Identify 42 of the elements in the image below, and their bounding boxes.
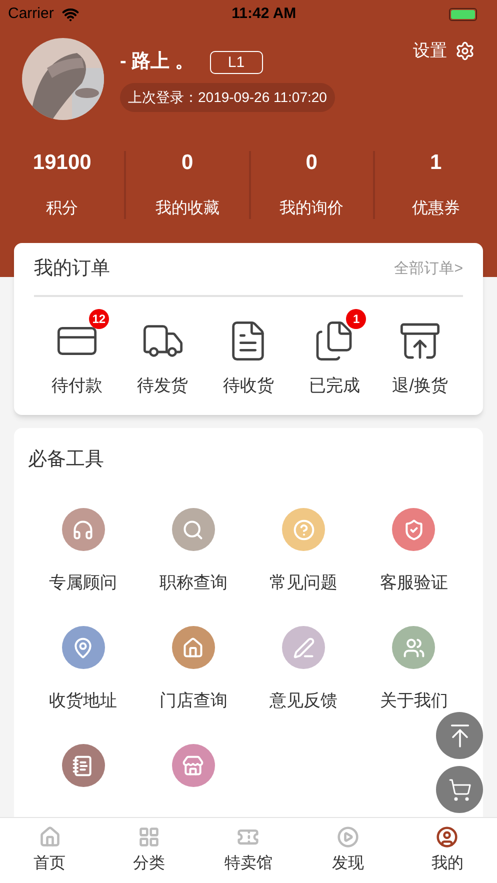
- order-status-button[interactable]: 待发货: [137, 319, 188, 398]
- stat-value: 19100: [32, 151, 92, 175]
- level-badge: L1: [210, 50, 263, 74]
- play-icon: [336, 826, 359, 848]
- last-login-text: 上次登录：2019-09-26 11:07:20: [120, 82, 335, 112]
- tab-item[interactable]: 分类: [99, 818, 199, 883]
- tab-item[interactable]: 特卖馆: [198, 818, 298, 883]
- grid-icon: [138, 826, 160, 848]
- user-name: - 路上 。: [120, 50, 194, 74]
- stat-value: 0: [182, 151, 194, 175]
- settings-button[interactable]: 设置: [413, 38, 475, 64]
- order-status-button[interactable]: 待收货: [222, 319, 274, 398]
- cart-icon: [448, 778, 472, 802]
- stat-label: 优惠券: [412, 199, 460, 219]
- stat-label: 我的询价: [280, 199, 344, 219]
- carrier-text: Carrier: [8, 4, 54, 24]
- tab-item[interactable]: 发现: [298, 818, 398, 883]
- wifi-icon: [62, 6, 79, 22]
- home-icon: [38, 826, 61, 848]
- section-title: 我的订单: [34, 256, 110, 281]
- stat-label: 积分: [46, 199, 78, 219]
- count-badge: 1: [346, 309, 366, 329]
- gear-icon: [455, 40, 475, 61]
- order-status-button[interactable]: 退/换货: [392, 319, 448, 398]
- battery-icon: [448, 8, 477, 20]
- section-title: 必备工具: [28, 448, 105, 472]
- tool-button[interactable]: 门店查询: [138, 626, 248, 711]
- tool-button[interactable]: 常见问题: [248, 508, 359, 593]
- tool-button[interactable]: 关于我们: [358, 626, 469, 711]
- stat-value: 1: [430, 151, 442, 175]
- tool-button[interactable]: 收货地址: [28, 626, 138, 711]
- stat-label: 我的收藏: [155, 199, 220, 219]
- clock-text: 11:42 AM: [232, 4, 296, 24]
- tool-button[interactable]: 职称查询: [138, 508, 248, 593]
- tool-button[interactable]: 意见反馈: [248, 626, 359, 711]
- count-badge: 12: [88, 309, 109, 329]
- user-icon: [436, 826, 458, 848]
- tool-button[interactable]: 客服验证: [358, 508, 469, 593]
- tab-item[interactable]: 我的: [398, 818, 497, 883]
- tool-button[interactable]: 专属顾问: [28, 508, 138, 593]
- tab-item[interactable]: 首页: [0, 818, 100, 883]
- stat-value: 0: [306, 151, 318, 175]
